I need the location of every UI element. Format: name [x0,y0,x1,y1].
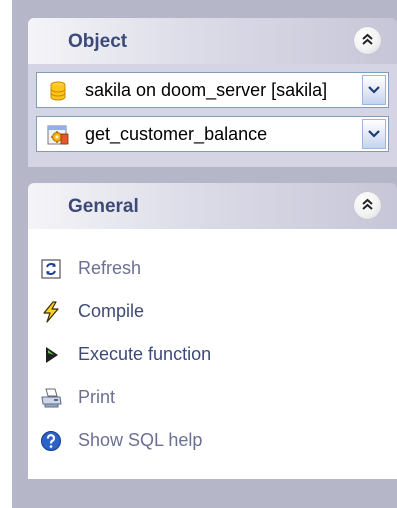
object-section-header[interactable]: Object [28,18,397,64]
lightning-icon [43,301,59,323]
database-select-dropdown-button[interactable] [362,75,386,105]
object-section-body: sakila on doom_server [sakila] get_custo… [28,64,397,167]
object-select-value: get_customer_balance [85,124,268,144]
chevron-down-icon [368,86,380,94]
object-select-dropdown-button[interactable] [362,119,386,149]
object-collapse-button[interactable] [354,27,381,54]
chevron-double-up-icon [362,198,373,210]
chevron-down-icon [368,130,380,138]
execute-function-label: Execute function [78,344,212,364]
function-icon [47,125,69,145]
print-label: Print [78,387,116,407]
help-icon [41,431,61,451]
database-select[interactable]: sakila on doom_server [sakila] [36,72,389,108]
show-sql-help-label: Show SQL help [78,430,203,450]
database-select-value: sakila on doom_server [sakila] [85,80,328,100]
chevron-double-up-icon [362,33,373,45]
compile-label: Compile [78,301,145,321]
object-select[interactable]: get_customer_balance [36,116,389,152]
general-collapse-button[interactable] [354,192,381,219]
printer-icon [41,388,62,408]
object-section-title: Object [68,31,128,52]
general-section-title: General [68,196,139,217]
database-icon [50,81,66,101]
play-icon [46,347,58,363]
general-section-body: Refresh Compile Execute function Print S… [28,229,397,479]
refresh-icon [41,259,61,279]
general-section-header[interactable]: General [28,183,397,229]
refresh-label: Refresh [78,258,142,278]
